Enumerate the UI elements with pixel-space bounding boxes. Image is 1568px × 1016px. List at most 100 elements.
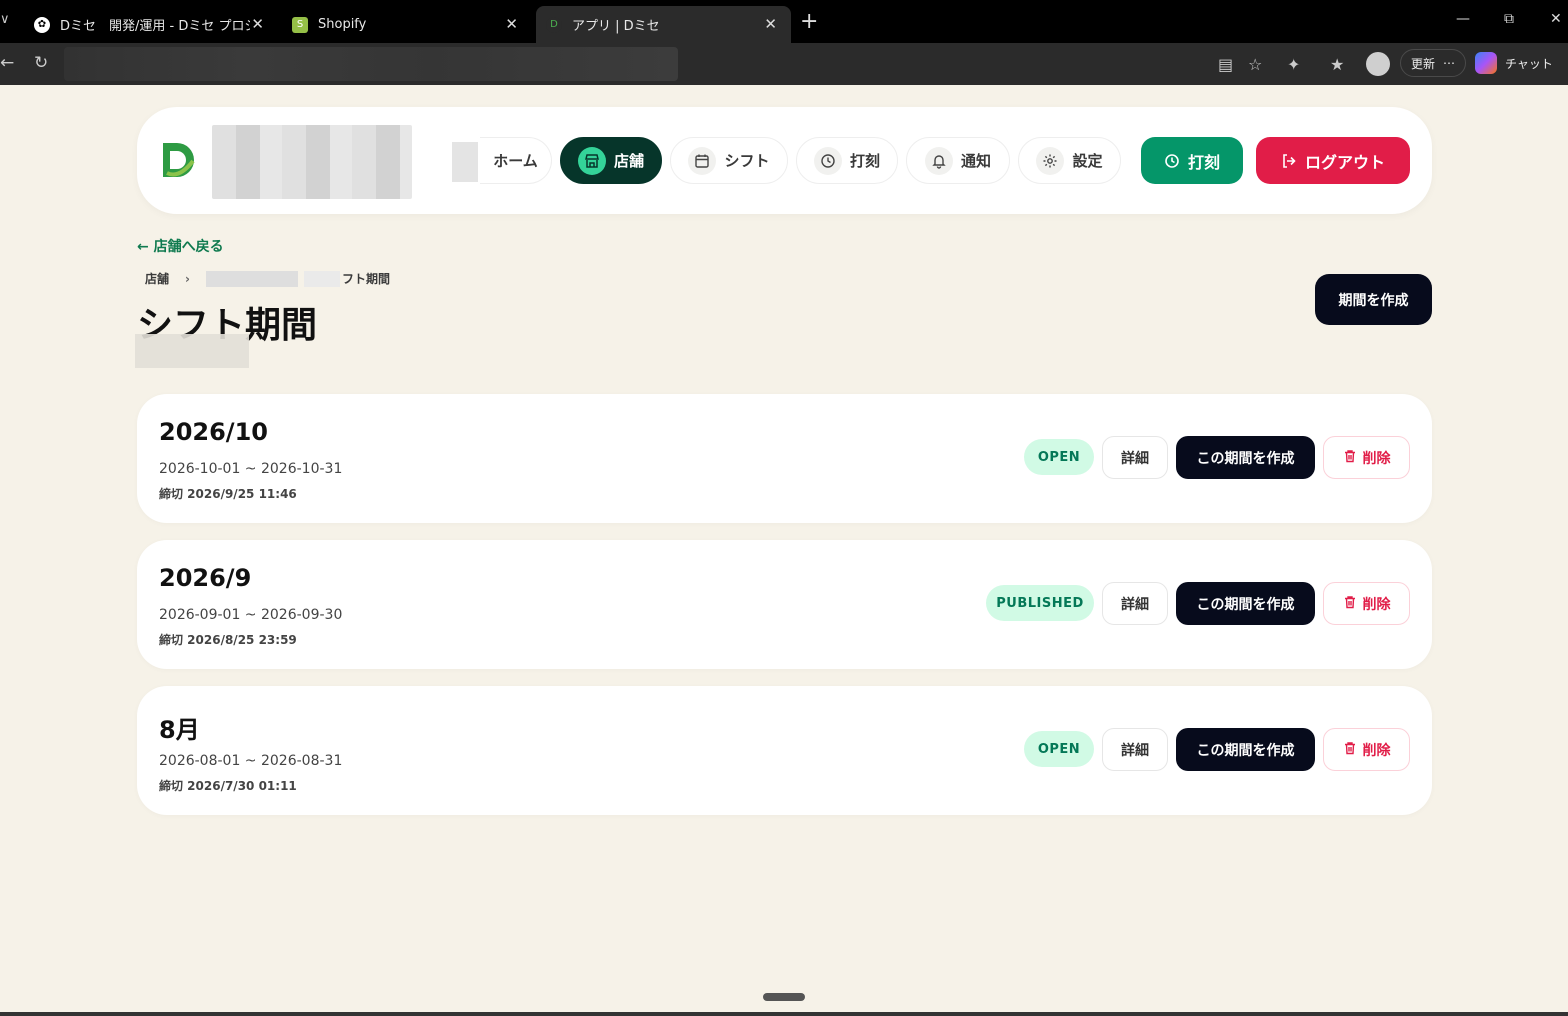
nav-punch-label: 打刻 bbox=[849, 152, 880, 170]
nav-settings[interactable]: 設定 bbox=[1018, 137, 1121, 184]
close-icon[interactable]: ✕ bbox=[764, 15, 777, 33]
logout-icon bbox=[1281, 153, 1297, 169]
period-card: 8月 2026-08-01 ~ 2026-08-31 締切 2026/7/30 … bbox=[137, 686, 1432, 815]
back-to-store-link[interactable]: ← 店舗へ戻る bbox=[137, 236, 224, 256]
chat-label: チャット bbox=[1505, 56, 1553, 71]
refresh-icon[interactable]: ↻ bbox=[34, 53, 48, 73]
period-range: 2026-09-01 ~ 2026-09-30 bbox=[159, 607, 343, 623]
breadcrumb-redacted bbox=[205, 270, 298, 287]
clock-icon bbox=[1164, 153, 1180, 169]
delete-label: 削除 bbox=[1362, 596, 1391, 613]
window-bottom-edge bbox=[0, 1012, 1568, 1016]
copilot-icon bbox=[1475, 52, 1497, 74]
status-badge: OPEN bbox=[1024, 731, 1094, 767]
tab-list-chevron-icon[interactable]: ∨ bbox=[0, 12, 10, 27]
favorites-list-icon[interactable]: ★ bbox=[1330, 55, 1344, 74]
period-range: 2026-10-01 ~ 2026-10-31 bbox=[159, 461, 343, 477]
update-label: 更新 bbox=[1411, 56, 1436, 71]
dmise-icon: D bbox=[546, 16, 562, 33]
copilot-chat-button[interactable]: チャット bbox=[1475, 49, 1553, 77]
period-title: 8月 bbox=[159, 716, 200, 744]
url-field[interactable] bbox=[64, 47, 678, 81]
new-tab-plus-icon[interactable]: + bbox=[800, 9, 818, 34]
breadcrumb-root[interactable]: 店舗 bbox=[145, 270, 169, 287]
trash-icon bbox=[1343, 741, 1357, 759]
address-bar: ← ↻ ▤ ☆ ✦ ★ bbox=[0, 43, 1568, 85]
browser-tab-shopify[interactable]: S Shopify ✕ bbox=[282, 6, 532, 43]
delete-label: 削除 bbox=[1362, 742, 1391, 759]
make-period-button[interactable]: この期間を作成 bbox=[1176, 728, 1315, 771]
update-button[interactable]: 更新 ⋯ bbox=[1400, 49, 1467, 77]
more-dots-icon: ⋯ bbox=[1443, 56, 1456, 70]
tab-label: Dミセ 開発/運用 - Dミセ プロジェクト bbox=[60, 19, 250, 34]
trash-icon bbox=[1343, 449, 1357, 467]
detail-button[interactable]: 詳細 bbox=[1102, 582, 1168, 625]
drag-handle[interactable] bbox=[763, 993, 805, 1001]
delete-label: 削除 bbox=[1362, 450, 1391, 467]
breadcrumb-current: フト期間 bbox=[341, 272, 390, 286]
close-icon[interactable]: ✕ bbox=[251, 15, 264, 33]
app-header: ホーム 店舗 シフト 打刻 通知 設定 打刻 ログアウト bbox=[137, 107, 1432, 214]
browser-tab-app[interactable]: D アプリ | Dミセ ✕ bbox=[536, 6, 791, 43]
window-close-icon[interactable]: ✕ bbox=[1550, 11, 1562, 27]
browser-tab-project[interactable]: ✿ Dミセ 開発/運用 - Dミセ プロジェクト ✕ bbox=[24, 6, 278, 43]
chevron-right-icon: › bbox=[185, 271, 190, 286]
tab-label: Shopify bbox=[318, 17, 367, 32]
back-arrow-icon[interactable]: ← bbox=[0, 53, 14, 73]
tab-label: アプリ | Dミセ bbox=[572, 19, 660, 34]
nav-settings-label: 設定 bbox=[1072, 152, 1103, 170]
nav-shift[interactable]: シフト bbox=[670, 137, 788, 184]
make-period-button[interactable]: この期間を作成 bbox=[1176, 436, 1315, 479]
store-icon bbox=[577, 146, 606, 175]
delete-button[interactable]: 削除 bbox=[1323, 436, 1410, 479]
close-icon[interactable]: ✕ bbox=[505, 15, 518, 33]
nav-store-label: 店舗 bbox=[613, 152, 644, 170]
punch-button[interactable]: 打刻 bbox=[1141, 137, 1243, 184]
period-deadline: 締切 2026/7/30 01:11 bbox=[159, 779, 297, 793]
minimize-icon[interactable]: — bbox=[1456, 11, 1470, 27]
favorite-star-icon[interactable]: ☆ bbox=[1248, 55, 1262, 74]
delete-button[interactable]: 削除 bbox=[1323, 728, 1410, 771]
reader-view-icon[interactable]: ▤ bbox=[1218, 55, 1233, 74]
brand-name-redacted bbox=[212, 125, 412, 199]
period-deadline: 締切 2026/8/25 23:59 bbox=[159, 633, 297, 647]
profile-avatar[interactable] bbox=[1366, 52, 1390, 76]
create-period-button[interactable]: 期間を作成 bbox=[1315, 274, 1432, 325]
nav-home-label: ホーム bbox=[493, 152, 538, 170]
redacted-block bbox=[452, 142, 478, 182]
subtitle-redacted bbox=[135, 334, 249, 368]
dmise-logo-icon bbox=[163, 143, 195, 177]
openai-icon: ✿ bbox=[34, 16, 50, 33]
status-badge: OPEN bbox=[1024, 439, 1094, 475]
period-range: 2026-08-01 ~ 2026-08-31 bbox=[159, 753, 343, 769]
restore-icon[interactable]: ⧉ bbox=[1504, 11, 1514, 27]
nav-punch[interactable]: 打刻 bbox=[796, 137, 898, 184]
nav-notify-label: 通知 bbox=[960, 152, 991, 170]
nav-shift-label: シフト bbox=[724, 152, 770, 170]
breadcrumb-redacted bbox=[303, 270, 340, 287]
bell-icon bbox=[924, 146, 953, 175]
period-card: 2026/9 2026-09-01 ~ 2026-09-30 締切 2026/8… bbox=[137, 540, 1432, 669]
breadcrumb: 店舗 › フト期間 bbox=[145, 270, 390, 287]
extensions-icon[interactable]: ✦ bbox=[1287, 55, 1300, 74]
period-deadline: 締切 2026/9/25 11:46 bbox=[159, 487, 297, 501]
punch-button-label: 打刻 bbox=[1187, 152, 1220, 172]
detail-button[interactable]: 詳細 bbox=[1102, 436, 1168, 479]
nav-notify[interactable]: 通知 bbox=[906, 137, 1010, 184]
make-period-button[interactable]: この期間を作成 bbox=[1176, 582, 1315, 625]
logout-button[interactable]: ログアウト bbox=[1256, 137, 1410, 184]
logout-button-label: ログアウト bbox=[1304, 152, 1385, 172]
nav-store[interactable]: 店舗 bbox=[560, 137, 662, 184]
nav-home[interactable]: ホーム bbox=[480, 137, 552, 184]
status-badge: PUBLISHED bbox=[986, 585, 1094, 621]
browser-tab-bar: ∨ ✿ Dミセ 開発/運用 - Dミセ プロジェクト ✕ S Shopify ✕… bbox=[0, 0, 1568, 43]
period-title: 2026/10 bbox=[159, 418, 268, 446]
gear-icon bbox=[1036, 146, 1065, 175]
period-title: 2026/9 bbox=[159, 564, 252, 592]
detail-button[interactable]: 詳細 bbox=[1102, 728, 1168, 771]
shopify-icon: S bbox=[292, 16, 308, 33]
calendar-icon bbox=[688, 146, 717, 175]
trash-icon bbox=[1343, 595, 1357, 613]
clock-icon bbox=[813, 146, 842, 175]
delete-button[interactable]: 削除 bbox=[1323, 582, 1410, 625]
